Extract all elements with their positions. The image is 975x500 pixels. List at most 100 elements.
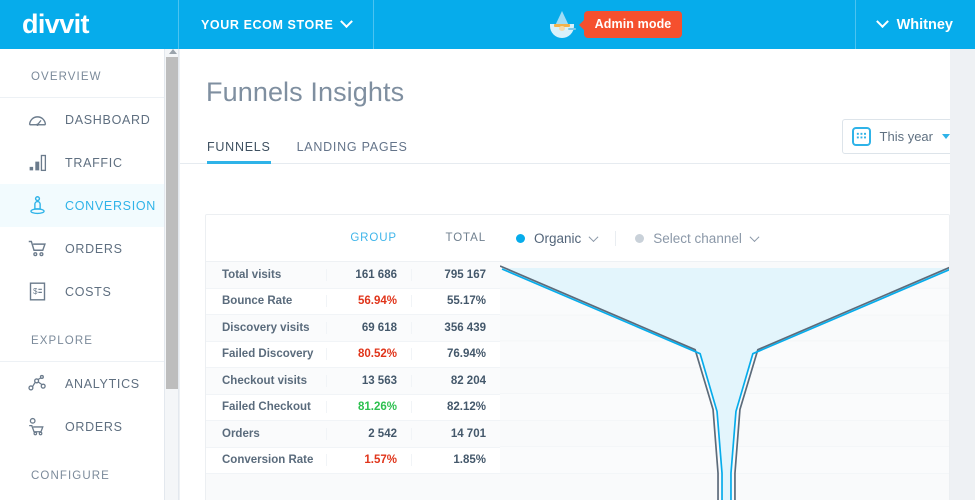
table-row[interactable]: Total visits 161 686 795 167	[206, 262, 500, 289]
sidebar: OVERVIEW DASHBOARD TRAFFIC	[0, 49, 165, 500]
chevron-down-icon	[749, 232, 759, 242]
tab-bar: FUNNELS LANDING PAGES This year	[180, 133, 975, 164]
metrics-table: GROUP TOTAL Total visits 161 686 795 167…	[206, 215, 500, 500]
table-header-group[interactable]: GROUP	[326, 232, 411, 244]
table-header-row: GROUP TOTAL	[206, 215, 500, 262]
row-metric-label: Failed Discovery	[206, 348, 326, 360]
row-group-value: 2 542	[326, 428, 411, 440]
shopping-cart-icon	[27, 238, 48, 259]
store-selector[interactable]: YOUR ECOM STORE	[179, 0, 374, 49]
scroll-up-arrow-icon[interactable]	[169, 49, 177, 54]
sidebar-item-conversion[interactable]: CONVERSION	[0, 184, 164, 227]
sidebar-scrollbar[interactable]	[165, 49, 179, 500]
channel-label: Organic	[534, 231, 581, 246]
date-range-label: This year	[880, 129, 933, 144]
sidebar-item-label: TRAFFIC	[65, 156, 123, 170]
row-total-value: 82 204	[411, 375, 500, 387]
row-metric-label: Orders	[206, 428, 326, 440]
table-row[interactable]: Bounce Rate 56.94% 55.17%	[206, 289, 500, 316]
table-row[interactable]: Failed Checkout 81.26% 82.12%	[206, 395, 500, 422]
channel-color-dot	[516, 234, 525, 243]
tab-funnels[interactable]: FUNNELS	[207, 140, 271, 163]
funnel-svg	[500, 262, 949, 500]
funnel-chart-pane: Organic Select channel	[500, 215, 949, 500]
table-row[interactable]: Orders 2 542 14 701	[206, 421, 500, 448]
row-total-value: 55.17%	[411, 295, 500, 307]
cart-user-icon	[27, 416, 48, 437]
channel-selector-empty[interactable]: Select channel	[615, 231, 776, 246]
admin-mode-badge[interactable]: Admin mode	[584, 11, 683, 38]
speedometer-icon	[27, 109, 48, 130]
top-bar: divvit YOUR ECOM STORE Admin mode Whitne…	[0, 0, 975, 49]
row-group-value: 13 563	[326, 375, 411, 387]
chevron-down-icon	[876, 15, 889, 28]
row-metric-label: Checkout visits	[206, 375, 326, 387]
chevron-down-icon	[589, 232, 599, 242]
row-metric-label: Total visits	[206, 269, 326, 281]
bar-chart-icon	[27, 152, 48, 173]
caret-down-icon	[942, 134, 950, 139]
date-range-picker[interactable]: This year	[842, 119, 962, 154]
row-group-value: 80.52%	[326, 348, 411, 360]
row-total-value: 82.12%	[411, 401, 500, 413]
scrollbar-thumb[interactable]	[166, 57, 178, 389]
row-group-value: 161 686	[326, 269, 411, 281]
network-nodes-icon	[27, 373, 48, 394]
svg-text:$: $	[33, 287, 38, 296]
tab-landing-pages[interactable]: LANDING PAGES	[297, 140, 408, 163]
gnome-avatar-icon	[547, 11, 577, 39]
table-row[interactable]: Conversion Rate 1.57% 1.85%	[206, 448, 500, 475]
row-metric-label: Bounce Rate	[206, 295, 326, 307]
sidebar-section-explore: EXPLORE	[0, 313, 164, 361]
channel-color-dot	[635, 234, 644, 243]
sidebar-item-costs[interactable]: $ COSTS	[0, 270, 164, 313]
sidebar-section-configure: CONFIGURE	[0, 448, 164, 496]
funnel-card: GROUP TOTAL Total visits 161 686 795 167…	[205, 214, 950, 500]
row-metric-label: Failed Checkout	[206, 401, 326, 413]
row-metric-label: Discovery visits	[206, 322, 326, 334]
calendar-icon	[852, 127, 871, 146]
user-menu[interactable]: Whitney	[855, 0, 975, 49]
channel-selector-organic[interactable]: Organic	[516, 231, 615, 246]
user-menu-label: Whitney	[897, 17, 953, 33]
sidebar-item-orders[interactable]: ORDERS	[0, 227, 164, 270]
table-row[interactable]: Checkout visits 13 563 82 204	[206, 368, 500, 395]
sidebar-item-label: CONVERSION	[65, 199, 156, 213]
app-root: divvit YOUR ECOM STORE Admin mode Whitne…	[0, 0, 975, 500]
row-total-value: 795 167	[411, 269, 500, 281]
sidebar-item-traffic[interactable]: TRAFFIC	[0, 141, 164, 184]
row-group-value: 81.26%	[326, 401, 411, 413]
sidebar-item-label: ANALYTICS	[65, 377, 140, 391]
table-header-total[interactable]: TOTAL	[411, 232, 500, 244]
page-title: Funnels Insights	[180, 49, 975, 108]
row-total-value: 14 701	[411, 428, 500, 440]
table-row[interactable]: Failed Discovery 80.52% 76.94%	[206, 342, 500, 369]
row-total-value: 356 439	[411, 322, 500, 334]
sidebar-section-overview: OVERVIEW	[0, 49, 164, 97]
channel-selector-bar: Organic Select channel	[500, 215, 949, 262]
sidebar-item-analytics[interactable]: ANALYTICS	[0, 362, 164, 405]
row-group-value: 56.94%	[326, 295, 411, 307]
sidebar-item-dashboard[interactable]: DASHBOARD	[0, 98, 164, 141]
sidebar-item-label: ORDERS	[65, 242, 123, 256]
page-background	[950, 49, 975, 500]
channel-label: Select channel	[653, 231, 742, 246]
sidebar-item-orders-explore[interactable]: ORDERS	[0, 405, 164, 448]
row-group-value: 69 618	[326, 322, 411, 334]
row-group-value: 1.57%	[326, 454, 411, 466]
main-content: Funnels Insights FUNNELS LANDING PAGES T…	[180, 49, 975, 500]
conversion-person-icon	[27, 195, 48, 216]
chevron-down-icon	[341, 15, 354, 28]
sidebar-item-label: DASHBOARD	[65, 113, 150, 127]
brand-logo[interactable]: divvit	[0, 0, 179, 49]
table-row[interactable]: Discovery visits 69 618 356 439	[206, 315, 500, 342]
logo-text: divvit	[22, 11, 89, 38]
row-total-value: 1.85%	[411, 454, 500, 466]
sidebar-item-label: ORDERS	[65, 420, 123, 434]
store-selector-label: YOUR ECOM STORE	[201, 18, 333, 32]
funnel-chart[interactable]	[500, 262, 949, 500]
sidebar-item-label: COSTS	[65, 285, 112, 299]
invoice-icon: $	[27, 281, 48, 302]
row-total-value: 76.94%	[411, 348, 500, 360]
row-metric-label: Conversion Rate	[206, 454, 326, 466]
